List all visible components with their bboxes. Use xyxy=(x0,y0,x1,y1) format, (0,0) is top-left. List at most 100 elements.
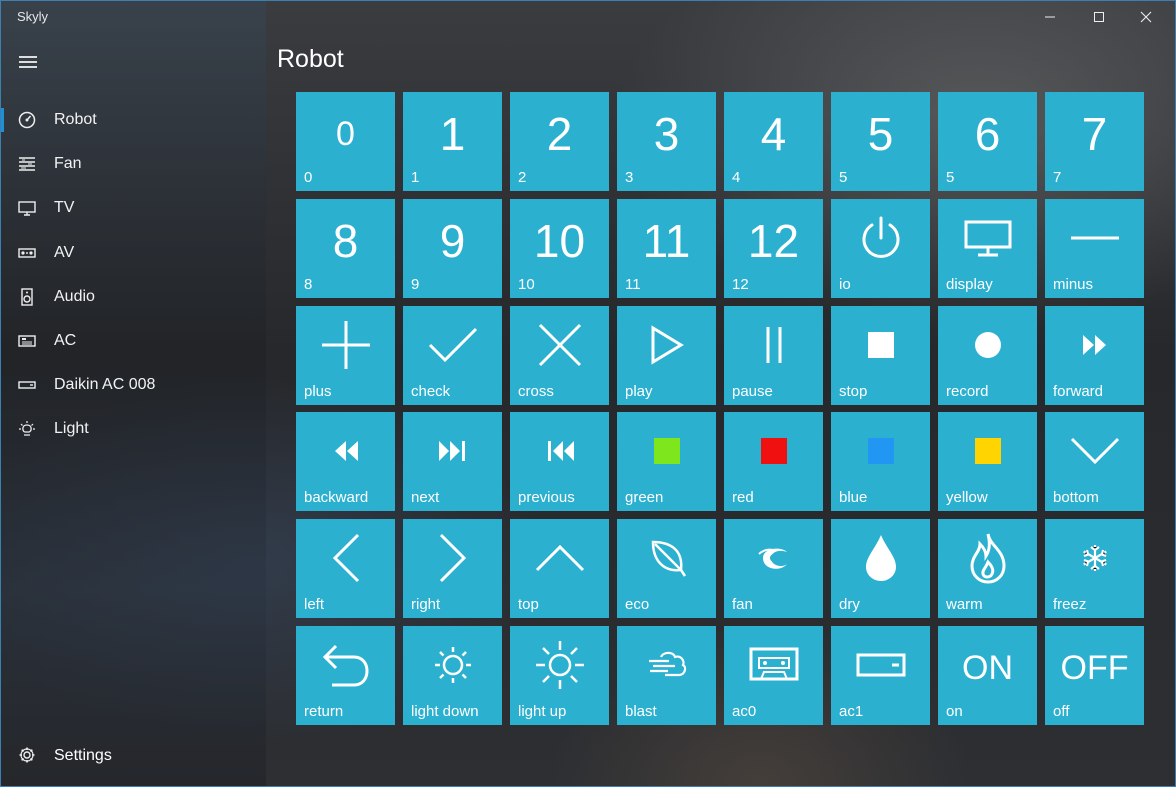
color-square-icon xyxy=(938,412,1037,490)
tile-io-button[interactable]: io xyxy=(831,199,930,298)
tile-red-button[interactable]: red xyxy=(724,412,823,511)
tile-label: 9 xyxy=(411,276,420,293)
sidebar-item-audio[interactable]: Audio xyxy=(0,275,266,319)
tile-12-button[interactable]: 12 12 xyxy=(724,199,823,298)
tile-right-button[interactable]: right xyxy=(403,519,502,618)
tile-check-button[interactable]: check xyxy=(403,306,502,405)
chevron-up-icon xyxy=(510,519,609,597)
sidebar-item-tv[interactable]: TV xyxy=(0,186,266,230)
chevron-left-icon xyxy=(296,519,395,597)
sidebar-item-av[interactable]: AV xyxy=(0,231,266,275)
tile-label: 1 xyxy=(411,169,420,186)
tile-7-button[interactable]: 77 xyxy=(1045,92,1144,191)
color-square-icon xyxy=(831,412,930,490)
page-title: Robot xyxy=(277,45,344,73)
tile-glyph-area: ON xyxy=(938,626,1037,704)
fan-icon xyxy=(18,155,36,173)
sidebar-item-label: Fan xyxy=(54,155,82,173)
tile-bottom-button[interactable]: bottom xyxy=(1045,412,1144,511)
close-button[interactable] xyxy=(1122,0,1170,34)
tile-label: 12 xyxy=(732,276,749,293)
tile-light-down-button[interactable]: light down xyxy=(403,626,502,725)
tile-label: eco xyxy=(625,596,650,613)
tile-return-button[interactable]: return xyxy=(296,626,395,725)
tile-cross-button[interactable]: cross xyxy=(510,306,609,405)
tile-minus-button[interactable]: minus xyxy=(1045,199,1144,298)
remote-button-grid: 0 0 1 1 2 2 3 3 4 4 5 5 6 5 7 7 8 8 9 9 10 10 11 11 12 12 io displa… xyxy=(296,92,1144,725)
tile-next-button[interactable]: next xyxy=(403,412,502,511)
sidebar-item-daikin-ac-008[interactable]: Daikin AC 008 xyxy=(0,363,266,407)
tile-backward-button[interactable]: backward xyxy=(296,412,395,511)
tile-2-button[interactable]: 22 xyxy=(510,92,609,191)
record-icon xyxy=(938,306,1037,384)
settings-button[interactable]: Settings xyxy=(0,734,266,778)
tile-blue-button[interactable]: blue xyxy=(831,412,930,511)
sidebar-item-light[interactable]: Light xyxy=(0,407,266,451)
tile-freez-button[interactable]: freez xyxy=(1045,519,1144,618)
tile-glyph-area: 9 xyxy=(403,199,502,277)
color-square-icon xyxy=(724,412,823,490)
brightness-low-icon xyxy=(403,626,502,704)
sidebar-item-ac[interactable]: AC xyxy=(0,319,266,363)
tile-top-button[interactable]: top xyxy=(510,519,609,618)
tile-fan-button[interactable]: fan xyxy=(724,519,823,618)
tile-forward-button[interactable]: forward xyxy=(1045,306,1144,405)
tile-glyph-area: 4 xyxy=(724,92,823,170)
plus-icon xyxy=(296,306,395,384)
color-swatch xyxy=(653,438,680,464)
tile-stop-button[interactable]: stop xyxy=(831,306,930,405)
tile-11-button[interactable]: 11 11 xyxy=(617,199,716,298)
tile-3-button[interactable]: 33 xyxy=(617,92,716,191)
minimize-button[interactable] xyxy=(1026,0,1074,34)
tile-label: pause xyxy=(732,383,773,400)
sidebar-item-label: Light xyxy=(54,420,89,438)
tile-yellow-button[interactable]: yellow xyxy=(938,412,1037,511)
tile-record-button[interactable]: record xyxy=(938,306,1037,405)
sidebar-item-robot[interactable]: Robot xyxy=(0,98,266,142)
snowflake-icon xyxy=(1045,519,1144,597)
sidebar-item-fan[interactable]: Fan xyxy=(0,142,266,186)
tile-0-button[interactable]: 00 xyxy=(296,92,395,191)
tile-glyph: 9 xyxy=(439,215,466,267)
next-track-icon xyxy=(403,412,502,490)
tile-1-button[interactable]: 11 xyxy=(403,92,502,191)
tile-label: fan xyxy=(732,596,753,613)
tile-pause-button[interactable]: pause xyxy=(724,306,823,405)
play-icon xyxy=(617,306,716,384)
tile-5-button[interactable]: 65 xyxy=(938,92,1037,191)
tile-glyph: 5 xyxy=(867,108,894,160)
tile-green-button[interactable]: green xyxy=(617,412,716,511)
tile-5-button[interactable]: 55 xyxy=(831,92,930,191)
tile-8-button[interactable]: 88 xyxy=(296,199,395,298)
tile-label: left xyxy=(304,596,325,613)
tile-label: play xyxy=(625,383,653,400)
tile-10-button[interactable]: 10 10 xyxy=(510,199,609,298)
tile-light-up-button[interactable]: light up xyxy=(510,626,609,725)
tile-play-button[interactable]: play xyxy=(617,306,716,405)
tile-warm-button[interactable]: warm xyxy=(938,519,1037,618)
settings-label: Settings xyxy=(54,747,112,764)
tile-eco-button[interactable]: eco xyxy=(617,519,716,618)
chevron-right-icon xyxy=(403,519,502,597)
tile-9-button[interactable]: 99 xyxy=(403,199,502,298)
tile-label: 3 xyxy=(625,169,634,186)
hamburger-menu-icon[interactable] xyxy=(19,56,37,68)
tile-left-button[interactable]: left xyxy=(296,519,395,618)
tile-label: bottom xyxy=(1053,489,1099,506)
sidebar-item-label: Audio xyxy=(54,287,95,305)
tile-blast-button[interactable]: blast xyxy=(617,626,716,725)
minimize-icon xyxy=(1045,16,1055,18)
sidebar-item-label: TV xyxy=(54,199,75,217)
maximize-button[interactable] xyxy=(1075,0,1123,34)
tile-display-button[interactable]: display xyxy=(938,199,1037,298)
tile-previous-button[interactable]: previous xyxy=(510,412,609,511)
tile-plus-button[interactable]: plus xyxy=(296,306,395,405)
tile-dry-button[interactable]: dry xyxy=(831,519,930,618)
tile-4-button[interactable]: 44 xyxy=(724,92,823,191)
tile-ac1-button[interactable]: ac1 xyxy=(831,626,930,725)
tile-off-button[interactable]: OFF off xyxy=(1045,626,1144,725)
tile-ac0-button[interactable]: ac0 xyxy=(724,626,823,725)
tile-label: 0 xyxy=(304,169,313,186)
tile-label: freez xyxy=(1053,596,1087,613)
tile-on-button[interactable]: ON on xyxy=(938,626,1037,725)
